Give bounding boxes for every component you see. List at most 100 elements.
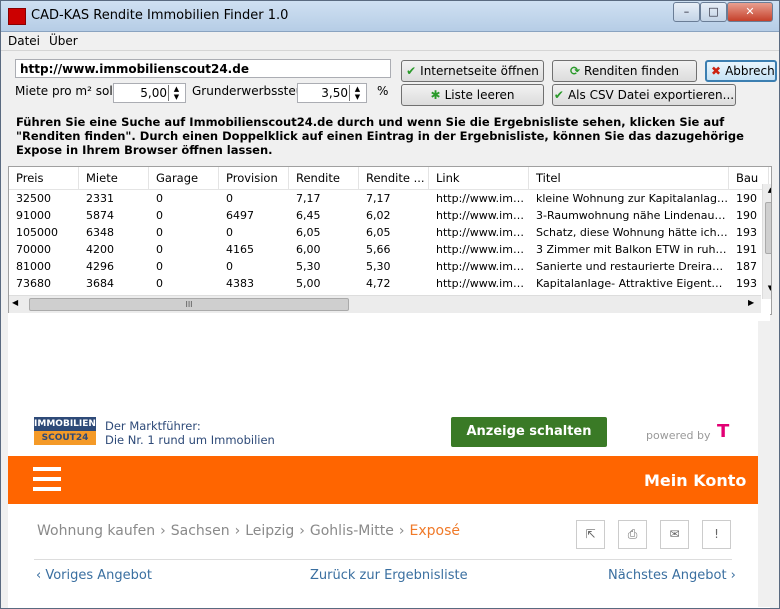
- place-ad-button[interactable]: Anzeige schalten: [451, 417, 607, 447]
- powered-by-label: powered by: [646, 429, 711, 442]
- table-cell: 4200: [86, 243, 114, 256]
- table-cell: 32500: [16, 192, 51, 205]
- table-cell: 91000: [16, 209, 51, 222]
- breadcrumb-item[interactable]: Leipzig: [245, 523, 294, 539]
- my-account-link[interactable]: Mein Konto: [644, 471, 746, 490]
- column-header[interactable]: Link: [429, 167, 529, 189]
- tax-stepper[interactable]: 3,50 ▲ ▼: [297, 83, 367, 103]
- table-cell: 5,30: [366, 260, 391, 273]
- table-cell: 0: [156, 209, 163, 222]
- table-vertical-scrollbar[interactable]: ▲ ▼: [762, 184, 771, 299]
- table-cell: 0: [156, 192, 163, 205]
- table-row[interactable]: 91000 5874 0 6497 6,45 6,02 http://www.imm... 3…: [9, 207, 759, 224]
- table-cell: http://www.imm...: [436, 260, 529, 273]
- hamburger-menu-icon[interactable]: [33, 467, 61, 491]
- tax-stepper-arrows-icon[interactable]: ▲ ▼: [349, 85, 365, 101]
- menu-ueber[interactable]: Über: [49, 34, 78, 48]
- running-man-icon: ✱: [430, 88, 441, 102]
- column-header[interactable]: Rendite ...: [359, 167, 429, 189]
- maximize-button[interactable]: □: [700, 2, 727, 22]
- table-cell: 3 Zimmer mit Balkon ETW in ruhiger ...: [536, 243, 729, 256]
- menu-datei[interactable]: Datei: [8, 34, 40, 48]
- table-cell: 73680: [16, 277, 51, 290]
- table-row[interactable]: 32500 2331 0 0 7,17 7,17 http://www.imm... klei…: [9, 190, 759, 207]
- clear-list-button[interactable]: ✱ Liste leeren: [401, 84, 544, 106]
- telekom-logo: T: [717, 421, 730, 442]
- report-icon[interactable]: !: [702, 520, 731, 549]
- breadcrumb-item[interactable]: Wohnung kaufen: [37, 523, 155, 539]
- open-site-button[interactable]: ✔ Internetseite öffnen: [401, 60, 544, 82]
- table-cell: Kapitalanlage- Attraktive Eigentums...: [536, 277, 729, 290]
- table-cell: 105000: [16, 226, 58, 239]
- back-to-results-link[interactable]: Zurück zur Ergebnisliste: [310, 568, 468, 583]
- cancel-label: Abbrechen: [725, 64, 775, 78]
- table-cell: 6497: [226, 209, 254, 222]
- table-row[interactable]: 73680 3684 0 4383 5,00 4,72 http://www.imm... K…: [9, 275, 759, 292]
- logo-bottom: SCOUT24: [34, 431, 96, 445]
- mail-icon[interactable]: ✉: [660, 520, 689, 549]
- previous-offer-link[interactable]: ‹ Voriges Angebot: [36, 568, 152, 583]
- breadcrumb-separator: ›: [234, 523, 241, 539]
- breadcrumb-item[interactable]: Gohlis-Mitte: [310, 523, 394, 539]
- vertical-scroll-thumb[interactable]: [765, 202, 771, 254]
- table-cell: 70000: [16, 243, 51, 256]
- column-header[interactable]: Rendite: [289, 167, 359, 189]
- table-cell: 0: [156, 243, 163, 256]
- table-header: Preis Miete Garage Provision Rendite Ren…: [9, 167, 769, 190]
- table-cell: 0: [156, 260, 163, 273]
- table-row[interactable]: 105000 6348 0 0 6,05 6,05 http://www.imm... Sch…: [9, 224, 759, 241]
- find-yields-button[interactable]: ⟳ Renditen finden: [552, 60, 697, 82]
- breadcrumb-separator: ›: [299, 523, 305, 539]
- rent-stepper-arrows-icon[interactable]: ▲ ▼: [168, 85, 184, 101]
- table-cell: http://www.imm...: [436, 209, 529, 222]
- table-cell: 0: [226, 226, 233, 239]
- tax-value: 3,50: [321, 86, 348, 100]
- column-header[interactable]: Titel: [529, 167, 729, 189]
- rent-label: Miete pro m² soll:: [15, 84, 121, 98]
- table-cell: http://www.imm...: [436, 192, 529, 205]
- table-row[interactable]: 81000 4296 0 0 5,30 5,30 http://www.imm... Sani…: [9, 258, 759, 275]
- immobilienscout-logo[interactable]: IMMOBILIEN SCOUT24: [34, 417, 96, 447]
- cancel-button[interactable]: ✖Abbrechen: [705, 60, 777, 82]
- menu-bar: Datei Über: [1, 32, 779, 51]
- results-table[interactable]: Preis Miete Garage Provision Rendite Ren…: [8, 166, 772, 315]
- scroll-up-icon[interactable]: ▲: [765, 186, 771, 197]
- table-horizontal-scrollbar[interactable]: ◀ III ▶: [9, 295, 761, 313]
- table-cell: Sanierte und restaurierte Dreiraum...: [536, 260, 729, 273]
- column-header[interactable]: Miete: [79, 167, 149, 189]
- table-cell: 4,72: [366, 277, 391, 290]
- breadcrumb: Wohnung kaufen › Sachsen › Leipzig › Gohlis-Mi…: [37, 523, 460, 539]
- share-icon[interactable]: ⇱: [576, 520, 605, 549]
- minimize-button[interactable]: –: [673, 2, 700, 22]
- scroll-left-icon[interactable]: ◀: [12, 298, 18, 307]
- table-cell: 4165: [226, 243, 254, 256]
- scroll-down-icon[interactable]: ▼: [765, 284, 771, 295]
- rent-stepper[interactable]: 5,00 ▲ ▼: [113, 83, 186, 103]
- table-cell: 7,17: [296, 192, 321, 205]
- breadcrumb-item[interactable]: Sachsen: [171, 523, 230, 539]
- scroll-right-icon[interactable]: ▶: [748, 298, 754, 307]
- browser-panel: IMMOBILIEN SCOUT24 Der Marktführer: Die …: [8, 313, 770, 608]
- table-row[interactable]: 70000 4200 0 4165 6,00 5,66 http://www.imm... 3…: [9, 241, 759, 258]
- info-text: Führen Sie eine Suche auf Immobilienscou…: [16, 115, 744, 157]
- table-cell: 3684: [86, 277, 114, 290]
- horizontal-scroll-thumb[interactable]: III: [29, 298, 349, 311]
- column-header[interactable]: Garage: [149, 167, 219, 189]
- column-header[interactable]: Preis: [9, 167, 79, 189]
- table-cell: Schatz, diese Wohnung hätte ich ge...: [536, 226, 729, 239]
- export-csv-label: Als CSV Datei exportieren...: [567, 88, 735, 102]
- url-input[interactable]: http://www.immobilienscout24.de: [15, 59, 391, 78]
- table-cell: kleine Wohnung zur Kapitalanlage in...: [536, 192, 729, 205]
- divider: [34, 559, 732, 560]
- browser-vertical-scrollbar[interactable]: [758, 321, 770, 607]
- table-cell: 0: [226, 192, 233, 205]
- print-icon[interactable]: ⎙: [618, 520, 647, 549]
- next-offer-link[interactable]: Nächstes Angebot ›: [608, 568, 736, 583]
- close-button[interactable]: ✕: [727, 2, 773, 22]
- table-cell: 5,66: [366, 243, 391, 256]
- export-csv-button[interactable]: ✔ Als CSV Datei exportieren...: [552, 84, 736, 106]
- app-window: CAD-KAS Rendite Immobilien Finder 1.0 – …: [0, 0, 780, 609]
- column-header[interactable]: Provision: [219, 167, 289, 189]
- table-cell: 2331: [86, 192, 114, 205]
- tax-unit: %: [377, 84, 389, 98]
